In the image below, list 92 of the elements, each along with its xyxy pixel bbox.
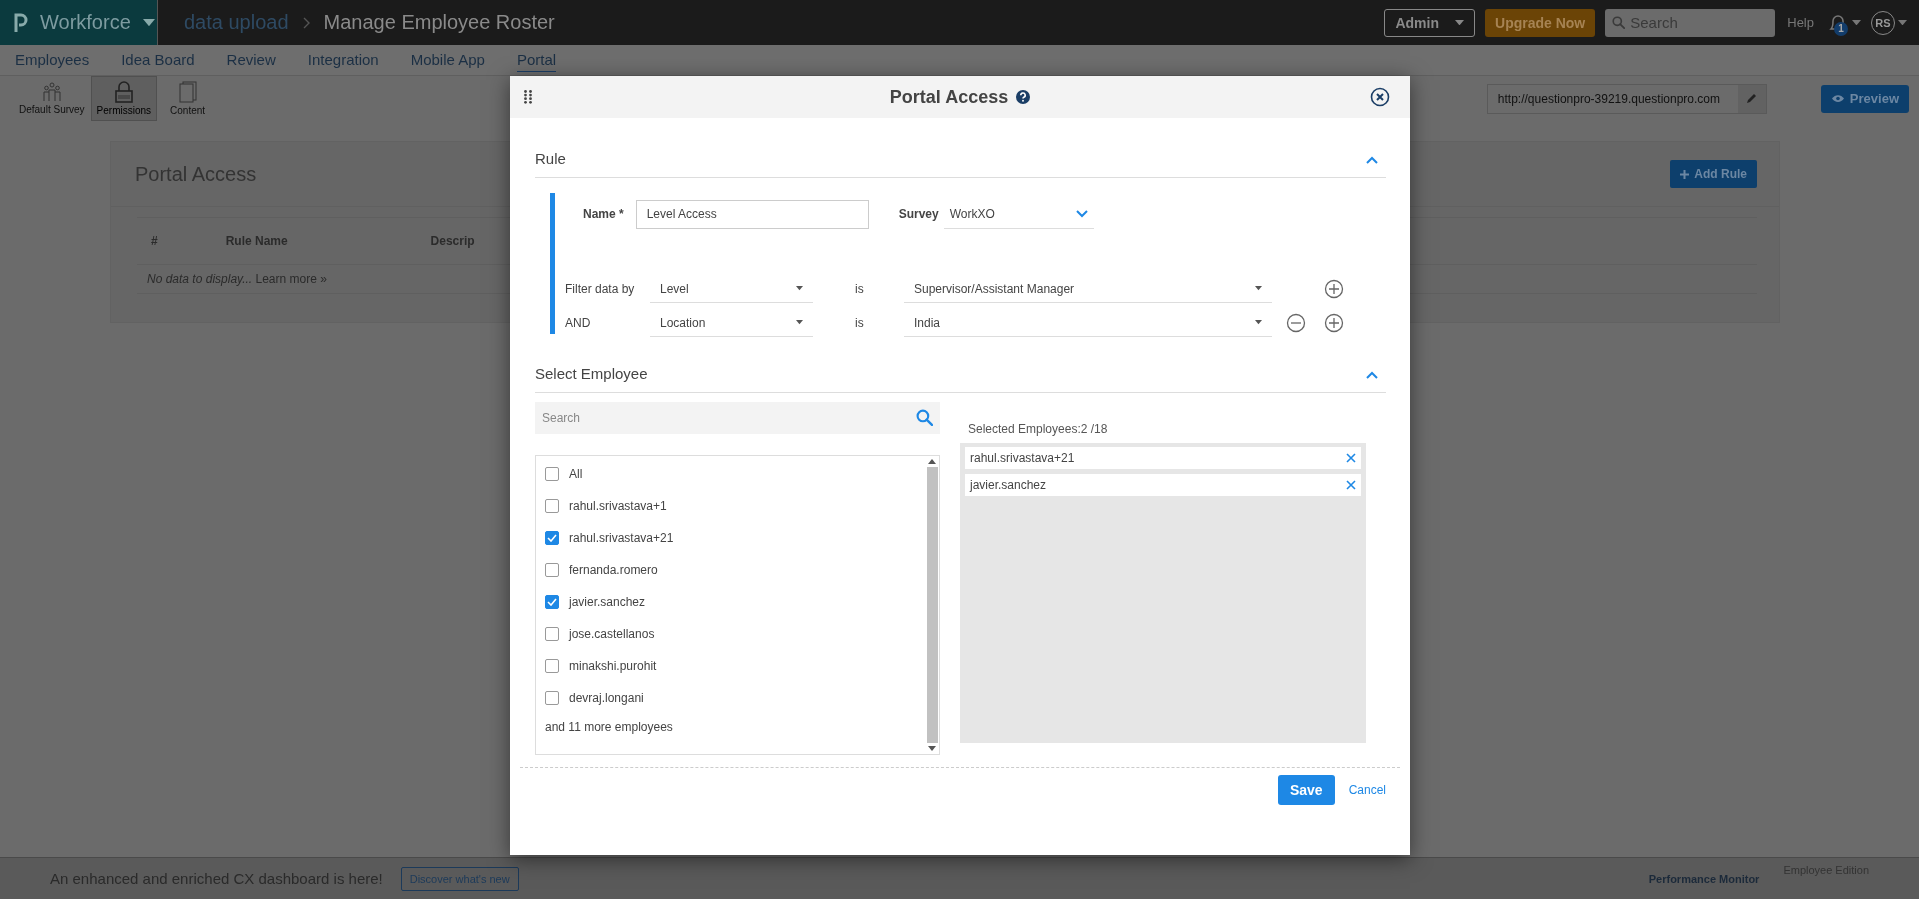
more-employees-text: and 11 more employees [545,720,673,734]
employee-name[interactable]: minakshi.purohit [569,659,657,673]
add-rule-button[interactable]: Add Rule [1670,160,1757,188]
employee-name[interactable]: fernanda.romero [569,563,658,577]
add-circle-icon[interactable] [1324,279,1344,299]
nav-tab[interactable]: Integration [307,48,379,72]
field-label: Name * [583,207,624,221]
role-dropdown[interactable]: Admin [1384,8,1475,37]
chevron-right-icon [302,16,310,29]
field-label: Survey [898,207,939,221]
survey-dropdown[interactable]: WorkXO [943,199,1094,229]
people-icon [42,82,61,102]
remove-circle-icon[interactable] [1286,313,1306,333]
checkbox[interactable] [545,595,559,609]
scroll-down-icon[interactable] [928,746,936,751]
employee-name[interactable]: javier.sanchez [569,595,646,609]
caret-icon [796,320,803,325]
remove-icon[interactable] [1346,480,1356,490]
column-header: Descrip [430,234,475,248]
plus-icon [1680,169,1690,179]
chevron-up-icon[interactable] [1366,155,1378,164]
scroll-up-icon[interactable] [928,459,936,464]
close-icon[interactable] [1370,87,1390,107]
value-dropdown[interactable]: Supervisor/Assistant Manager [904,275,1272,303]
nav-tab[interactable]: Portal [516,48,557,72]
toolbar-button[interactable]: Content [157,76,219,121]
checkbox[interactable] [545,627,559,641]
nav-tab[interactable]: Employees [15,48,90,72]
filter-connector: Filter data by [564,282,636,296]
employee-name[interactable]: rahul.srivastava+1 [569,499,667,513]
remove-icon[interactable] [1346,453,1356,463]
caret-icon [1898,19,1907,26]
learn-more-link[interactable]: Learn more » [255,272,327,286]
caret-icon [1455,19,1464,26]
search-icon [916,409,933,426]
url-field[interactable]: http://questionpro-39219.questionpro.com [1486,83,1767,114]
help-link[interactable]: Help [1787,15,1814,30]
toolbar-button[interactable]: Permissions [90,76,158,121]
selected-count: Selected Employees:2 /18 [968,422,1108,436]
employee-name[interactable]: jose.castellanos [569,627,655,641]
caret-icon [1255,286,1262,291]
value-dropdown[interactable]: India [904,309,1272,337]
employee-name[interactable]: rahul.srivastava+21 [569,531,674,545]
search-icon [1612,15,1626,29]
page-title: Manage Employee Roster [323,11,555,34]
nav-tab[interactable]: Mobile App [410,48,485,72]
checkbox[interactable] [545,467,559,481]
checkbox[interactable] [545,499,559,513]
employee-name[interactable]: All [569,467,583,481]
checkbox[interactable] [545,531,559,545]
field-dropdown[interactable]: Level [650,275,813,303]
section-title: Select Employee [535,364,648,382]
operator-label: is [854,316,865,330]
eye-icon [1830,94,1845,103]
filter-connector: AND [564,316,592,330]
drag-handle-icon[interactable] [524,90,532,104]
caret-icon [1852,19,1861,26]
operator-label: is [854,282,865,296]
upgrade-button[interactable]: Upgrade Now [1485,8,1596,37]
document-icon [178,81,197,103]
column-header: # [151,234,158,248]
dialog-title: Portal Access [889,86,1009,108]
empty-message: No data to display... [147,272,253,286]
nav-tab[interactable]: Idea Board [121,48,195,72]
employee-name: javier.sanchez [970,478,1047,492]
field-dropdown[interactable]: Location [650,309,813,337]
name-input[interactable]: Level Access [635,199,869,229]
lock-icon [114,81,133,103]
preview-button[interactable]: Preview [1820,84,1909,113]
section-title: Rule [535,149,566,167]
chevron-up-icon[interactable] [1366,370,1378,379]
cancel-link[interactable]: Cancel [1348,783,1386,797]
column-header: Rule Name [225,234,288,248]
toolbar-button[interactable]: Default Survey [13,76,91,121]
employee-name: rahul.srivastava+21 [970,451,1075,465]
save-button[interactable]: Save [1277,775,1335,805]
add-circle-icon[interactable] [1324,313,1344,333]
footer-link[interactable]: Performance Monitor [1648,872,1760,885]
caret-icon [1255,320,1262,325]
pencil-icon[interactable] [1746,93,1758,104]
checkbox[interactable] [545,563,559,577]
caret-icon [142,18,155,27]
logo-icon[interactable] [14,11,28,34]
chevron-down-icon[interactable] [1075,209,1088,218]
nav-tab[interactable]: Review [226,48,276,72]
caret-icon [796,286,803,291]
employee-name[interactable]: devraj.longani [569,691,644,705]
help-icon[interactable] [1016,90,1031,104]
checkbox[interactable] [545,691,559,705]
employee-search-field[interactable]: Search [535,402,940,434]
notification-badge: 1 [1834,21,1848,36]
checkbox[interactable] [545,659,559,673]
